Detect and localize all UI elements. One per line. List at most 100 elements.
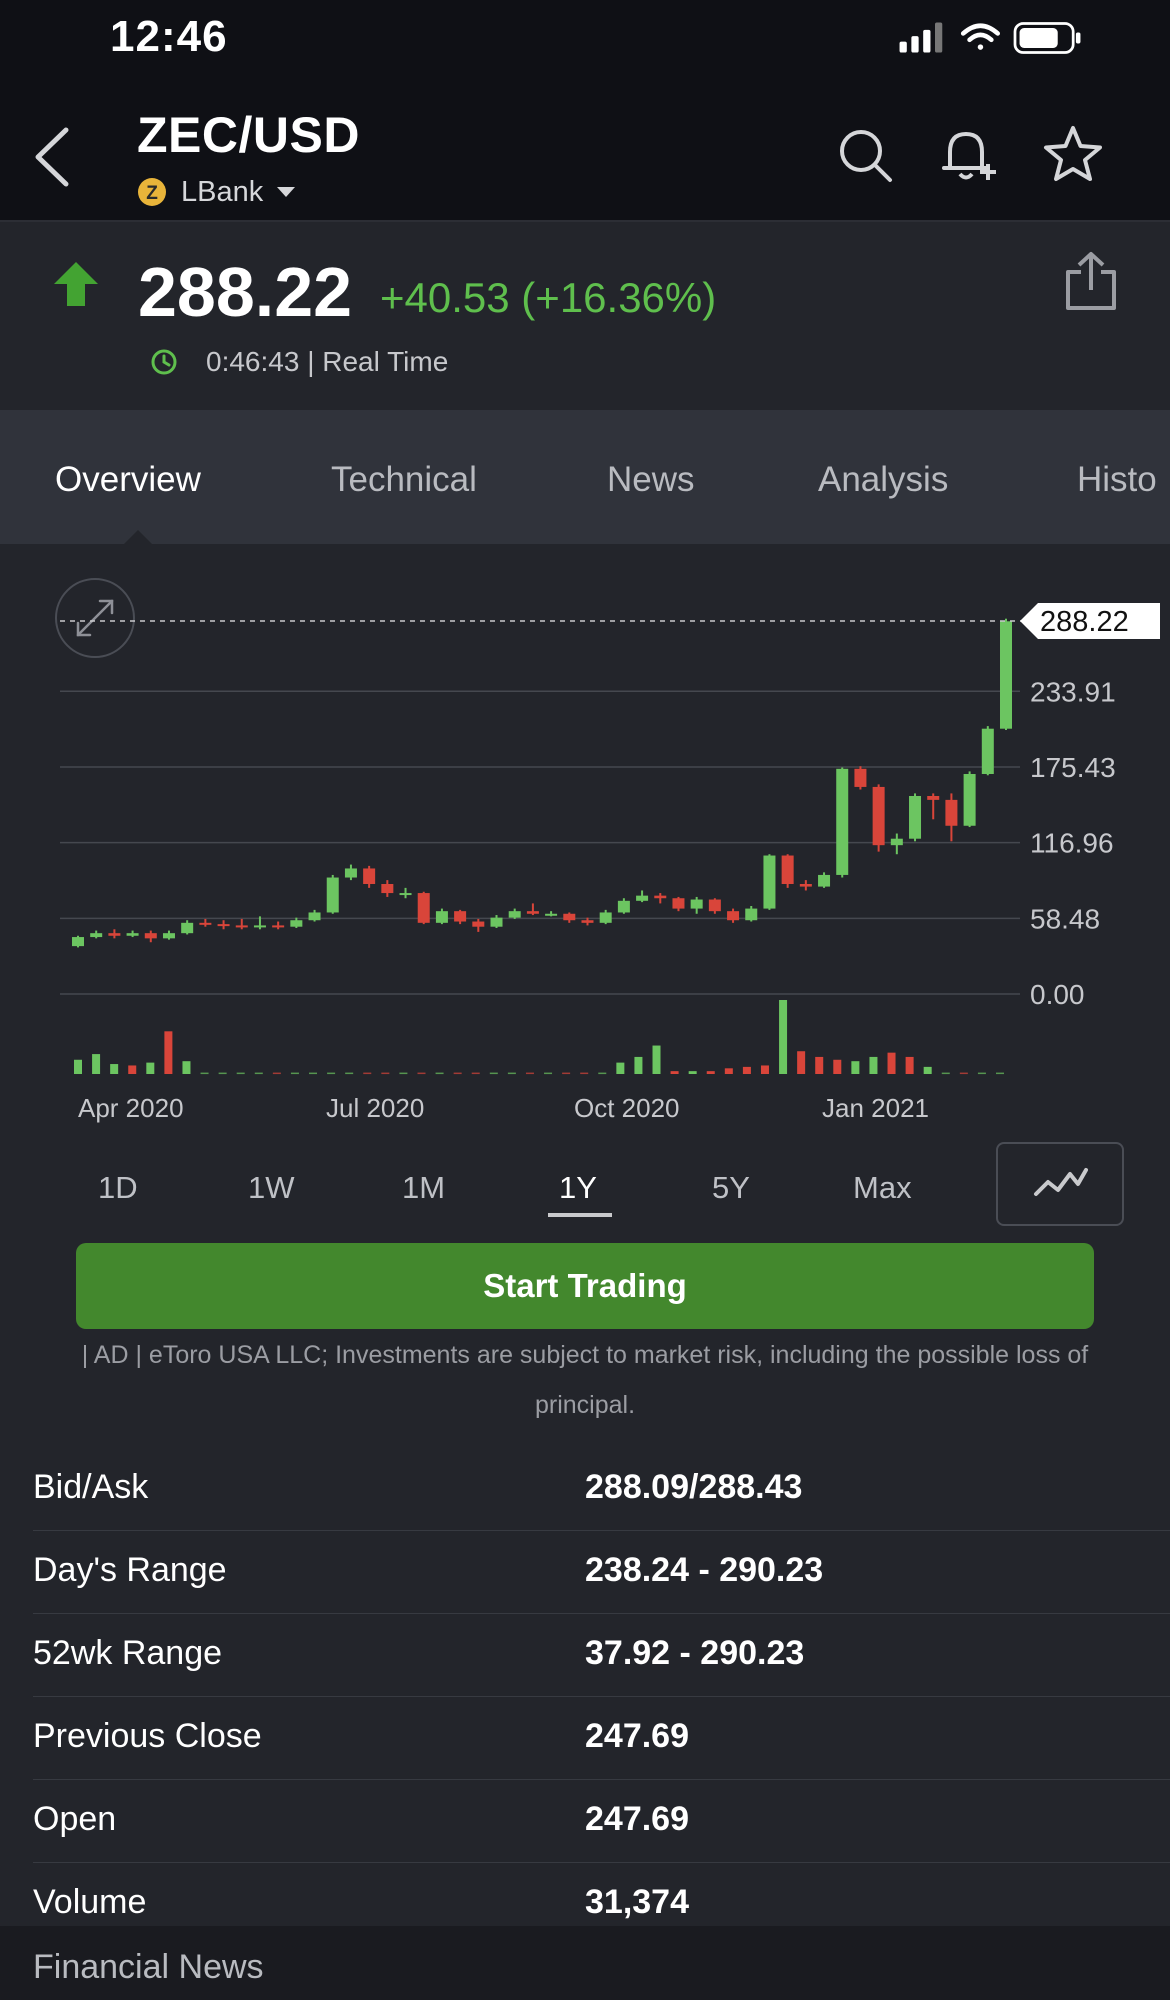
coin-letter: Z	[146, 183, 158, 204]
search-icon[interactable]	[834, 124, 896, 186]
range-selector: 1D 1W 1M 1Y 5Y Max	[0, 1140, 1170, 1230]
volume-bar	[363, 1072, 372, 1075]
volume-bar	[471, 1072, 480, 1075]
volume-bar	[327, 1072, 336, 1075]
cellular-signal-icon	[899, 22, 943, 53]
start-trading-button[interactable]: Start Trading	[76, 1243, 1094, 1329]
star-icon[interactable]	[1042, 124, 1104, 186]
tab-history[interactable]: Histo	[1077, 460, 1157, 500]
candle-body	[144, 933, 157, 939]
candle-body	[90, 933, 103, 938]
volume-bar	[435, 1072, 444, 1075]
range-5y[interactable]: 5Y	[712, 1170, 750, 1206]
candle-body	[654, 895, 667, 899]
x-tick-label: Apr 2020	[78, 1093, 184, 1123]
volume-bar	[507, 1072, 516, 1075]
stat-label: Day's Range	[33, 1551, 227, 1589]
status-bar: 12:46	[0, 0, 1170, 82]
volume-bar	[399, 1072, 408, 1075]
volume-bar	[254, 1072, 263, 1075]
financial-news-title: Financial News	[33, 1948, 264, 1986]
tab-analysis[interactable]: Analysis	[818, 460, 948, 500]
back-chevron-icon[interactable]	[28, 122, 78, 192]
quote-time-row: 0:46:43 | Real Time	[150, 346, 448, 378]
volume-bar	[200, 1072, 209, 1075]
stat-row-bid-ask: Bid/Ask 288.09/288.43	[33, 1448, 1170, 1531]
expand-chart-button[interactable]	[55, 578, 135, 658]
candle-body	[526, 911, 539, 914]
volume-bar	[688, 1071, 697, 1074]
chart-type-button[interactable]	[996, 1142, 1124, 1226]
line-chart-icon	[1034, 1168, 1088, 1196]
range-max[interactable]: Max	[853, 1170, 912, 1206]
volume-bar	[815, 1056, 824, 1074]
candle-body	[235, 925, 248, 928]
candle-body	[872, 786, 885, 846]
volume-bar	[634, 1056, 643, 1074]
x-tick-label: Jul 2020	[326, 1093, 424, 1123]
candle-body	[417, 893, 430, 923]
candle-body	[162, 933, 175, 939]
candle-body	[381, 883, 394, 894]
tab-technical[interactable]: Technical	[331, 460, 477, 500]
volume-bar	[941, 1072, 950, 1075]
candle-body	[545, 913, 558, 916]
tab-overview[interactable]: Overview	[55, 460, 201, 500]
volume-bar	[598, 1072, 607, 1075]
stat-row-52wk-range: 52wk Range 37.92 - 290.23	[33, 1614, 1170, 1697]
range-1w[interactable]: 1W	[248, 1170, 295, 1206]
x-tick-label: Oct 2020	[574, 1093, 680, 1123]
exchange-selector[interactable]: Z LBank	[137, 172, 296, 212]
candle-body	[836, 768, 849, 875]
range-1d[interactable]: 1D	[98, 1170, 138, 1206]
volume-bar	[851, 1061, 860, 1074]
volume-bar	[652, 1045, 661, 1074]
financial-news-section[interactable]: Financial News	[0, 1926, 1170, 2000]
price-chart[interactable]: 233.91 175.43 116.96 58.48 0.00 Apr 2020 Jul …	[0, 544, 1170, 1124]
range-1m[interactable]: 1M	[402, 1170, 445, 1206]
candle-body	[253, 925, 266, 928]
volume-bar	[706, 1071, 715, 1074]
candle-body	[818, 874, 831, 887]
status-icons	[899, 22, 1081, 54]
active-tab-indicator	[124, 530, 152, 544]
bell-plus-icon[interactable]	[936, 124, 998, 186]
wifi-icon	[960, 23, 1000, 50]
candle-body	[727, 911, 740, 921]
candle-body	[636, 895, 649, 901]
range-1y[interactable]: 1Y	[559, 1170, 597, 1206]
volume-bar	[779, 1000, 788, 1074]
y-axis-labels: 233.91 175.43 116.96 58.48 0.00	[1030, 676, 1116, 1010]
volume-bar	[146, 1062, 155, 1074]
volume-bar	[670, 1071, 679, 1074]
volume-bar	[616, 1062, 625, 1074]
candle-body	[927, 795, 940, 800]
candle-body	[181, 922, 194, 934]
share-icon[interactable]	[1062, 250, 1120, 312]
tab-bar: Overview Technical News Analysis Histo	[0, 410, 1170, 544]
candle-body	[290, 920, 303, 927]
stat-value: 31,374	[585, 1883, 689, 1921]
candle-body	[745, 908, 758, 921]
candle-body	[945, 799, 958, 826]
candle-body	[708, 899, 721, 912]
volume-bar	[905, 1056, 914, 1074]
volume-bar	[489, 1072, 498, 1075]
y-tick-label: 175.43	[1030, 752, 1116, 783]
tab-news[interactable]: News	[607, 460, 695, 500]
volume-bar	[453, 1072, 462, 1075]
y-tick-label: 233.91	[1030, 676, 1116, 707]
candle-body	[344, 868, 357, 878]
candle-body	[363, 868, 376, 884]
stat-label: Volume	[33, 1883, 147, 1921]
candle-body	[981, 728, 994, 774]
volume-bar	[345, 1072, 354, 1075]
x-tick-label: Jan 2021	[822, 1093, 929, 1123]
candle-body	[909, 795, 922, 839]
candle-body	[490, 917, 503, 927]
candle-body	[781, 855, 794, 884]
candle-body	[963, 773, 976, 826]
volume-bar	[182, 1061, 191, 1074]
candle-body	[272, 925, 285, 928]
volume-bar	[760, 1065, 769, 1074]
